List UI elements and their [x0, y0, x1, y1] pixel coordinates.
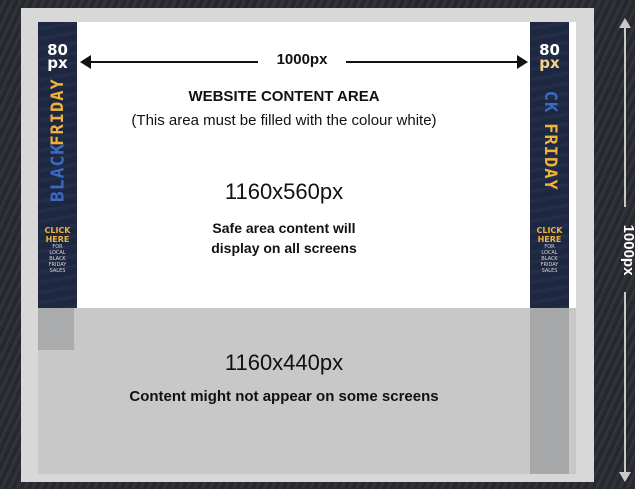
unsafe-area-dimension: 1160x440px	[224, 350, 344, 375]
right-badge: 80 px	[530, 43, 569, 72]
right-skyscraper-extension	[530, 308, 569, 474]
left-cta-sub5: SALES	[49, 268, 66, 274]
width-arrow-line-left	[90, 61, 258, 63]
right-word-ck: CK	[539, 90, 560, 114]
height-arrow-line-top	[624, 27, 626, 207]
width-arrow-right-head	[517, 55, 528, 69]
safe-area-line1: Safe area content will	[212, 220, 356, 236]
height-dimension-label: 1000px	[620, 224, 635, 276]
right-cta-line2: HERE	[537, 235, 562, 244]
right-cta-sub5: SALES	[541, 268, 558, 274]
safe-area-dimension: 1160x560px	[224, 179, 344, 204]
left-skyscraper-extension	[38, 308, 74, 350]
right-cta-line1: CLICK	[536, 226, 563, 235]
content-area-title: WEBSITE CONTENT AREA	[188, 88, 380, 105]
right-badge-unit: px	[539, 54, 560, 72]
unsafe-area-description: Content might not appear on some screens	[129, 388, 439, 405]
content-area-note: (This area must be filled with the colou…	[131, 112, 437, 129]
left-skyscraper-banner: 80 px FRIDAY BLACK CLICK HERE FOR LOCAL …	[38, 22, 77, 308]
right-cta: CLICK HERE FOR LOCAL BLACK FRIDAY SALES	[530, 226, 569, 274]
right-skyscraper-banner: 80 px CK FRIDAY CLICK HERE FOR LOCAL BLA…	[530, 22, 569, 308]
width-dimension-label: 1000px	[276, 51, 328, 68]
left-badge: 80 px	[38, 43, 77, 72]
safe-area-description: Safe area content will display on all sc…	[60, 218, 508, 258]
height-arrow-bottom-head	[619, 472, 631, 482]
safe-area-line2: display on all screens	[211, 240, 357, 256]
left-badge-unit: px	[47, 54, 68, 72]
width-arrow-line-right	[346, 61, 518, 63]
height-arrow-line-bottom	[624, 292, 626, 473]
right-word-friday: FRIDAY	[539, 123, 560, 191]
